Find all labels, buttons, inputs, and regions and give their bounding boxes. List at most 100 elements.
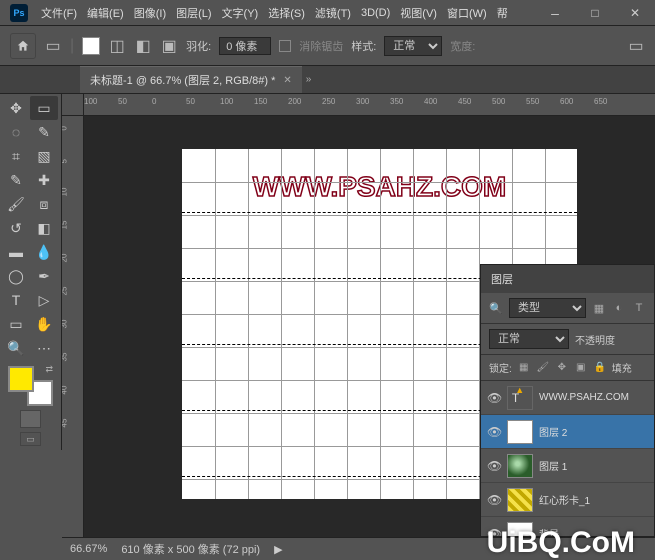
minimize-button[interactable] bbox=[535, 0, 575, 26]
layer-thumb bbox=[507, 454, 533, 478]
frame-tool[interactable]: ▧ bbox=[30, 144, 58, 168]
stamp-tool[interactable]: ⧈ bbox=[30, 192, 58, 216]
feather-label: 羽化: bbox=[186, 38, 211, 54]
style-select[interactable]: 正常 bbox=[384, 36, 442, 56]
new-selection-icon[interactable] bbox=[82, 37, 100, 55]
layer-list: 👁 T▲ WWW.PSAHZ.COM 👁 图层 2 👁 图层 1 👁 红心形卡_… bbox=[481, 381, 654, 536]
layer-name[interactable]: 图层 2 bbox=[539, 424, 567, 439]
subtract-selection-icon[interactable]: ◧ bbox=[134, 37, 152, 55]
layer-row[interactable]: 👁 图层 1 bbox=[481, 449, 654, 483]
lasso-tool[interactable]: ◌ bbox=[2, 120, 30, 144]
toolbox: ✥ ▭ ◌ ✎ ⌗ ▧ ✎ ✚ 🖌 ⧈ ↺ ◧ ▬ 💧 ◯ ✒ T ▷ ▭ ✋ … bbox=[0, 94, 62, 450]
lock-transparent-icon[interactable]: ▦ bbox=[517, 361, 531, 375]
tab-close-icon[interactable]: ✕ bbox=[283, 75, 291, 86]
ruler-origin[interactable] bbox=[62, 94, 84, 116]
visibility-icon[interactable]: 👁 bbox=[487, 527, 501, 537]
marquee-tool[interactable]: ▭ bbox=[30, 96, 58, 120]
blend-mode-select[interactable]: 正常 bbox=[489, 329, 569, 349]
ruler-tick: 350 bbox=[390, 97, 403, 106]
document-info[interactable]: 610 像素 x 500 像素 (72 ppi) bbox=[121, 541, 260, 557]
marquee-preset-icon[interactable]: ▭ bbox=[44, 37, 62, 55]
ruler-tick: 200 bbox=[288, 97, 301, 106]
mask-mode-icon[interactable]: ▭ bbox=[627, 37, 645, 55]
layer-name[interactable]: 图层 1 bbox=[539, 458, 567, 473]
healing-tool[interactable]: ✚ bbox=[30, 168, 58, 192]
menu-window[interactable]: 窗口(W) bbox=[442, 5, 492, 21]
add-selection-icon[interactable]: ◫ bbox=[108, 37, 126, 55]
filter-adjust-icon[interactable]: ◐ bbox=[612, 301, 626, 315]
color-swatch[interactable]: ⇄ bbox=[8, 366, 53, 406]
edit-toolbar[interactable]: ⋯ bbox=[30, 336, 58, 360]
eyedropper-tool[interactable]: ✎ bbox=[2, 168, 30, 192]
history-brush-tool[interactable]: ↺ bbox=[2, 216, 30, 240]
antialias-checkbox[interactable] bbox=[279, 40, 291, 52]
lock-artboard-icon[interactable]: ▣ bbox=[574, 361, 588, 375]
shape-tool[interactable]: ▭ bbox=[2, 312, 30, 336]
status-chevron-icon[interactable]: ▶ bbox=[274, 543, 282, 556]
menu-help[interactable]: 帮 bbox=[492, 5, 513, 21]
search-icon[interactable]: 🔍 bbox=[489, 301, 503, 315]
filter-type-icon[interactable]: T bbox=[632, 301, 646, 315]
gradient-tool[interactable]: ▬ bbox=[2, 240, 30, 264]
menu-layer[interactable]: 图层(L) bbox=[171, 5, 216, 21]
menu-edit[interactable]: 编辑(E) bbox=[82, 5, 129, 21]
maximize-button[interactable] bbox=[575, 0, 615, 26]
vertical-ruler[interactable]: 051015202530354045 bbox=[62, 116, 84, 537]
pen-tool[interactable]: ✒ bbox=[30, 264, 58, 288]
grid-line bbox=[182, 215, 577, 216]
layers-panel-tab[interactable]: 图层 bbox=[481, 265, 654, 293]
eraser-tool[interactable]: ◧ bbox=[30, 216, 58, 240]
document-tab[interactable]: 未标题-1 @ 66.7% (图层 2, RGB/8#) * ✕ bbox=[80, 66, 302, 93]
layer-thumb bbox=[507, 488, 533, 512]
dodge-tool[interactable]: ◯ bbox=[2, 264, 30, 288]
visibility-icon[interactable]: 👁 bbox=[487, 493, 501, 507]
swap-colors-icon[interactable]: ⇄ bbox=[45, 364, 53, 375]
antialias-label: 消除锯齿 bbox=[299, 38, 343, 54]
visibility-icon[interactable]: 👁 bbox=[487, 391, 501, 405]
crop-tool[interactable]: ⌗ bbox=[2, 144, 30, 168]
lock-image-icon[interactable]: 🖌 bbox=[536, 361, 550, 375]
ruler-tick: 250 bbox=[322, 97, 335, 106]
zoom-level[interactable]: 66.67% bbox=[70, 543, 107, 555]
menu-3d[interactable]: 3D(D) bbox=[356, 7, 395, 19]
menu-type[interactable]: 文字(Y) bbox=[217, 5, 264, 21]
feather-input[interactable] bbox=[219, 37, 271, 55]
filter-pixel-icon[interactable]: ▦ bbox=[592, 301, 606, 315]
lock-position-icon[interactable]: ✥ bbox=[555, 361, 569, 375]
menu-view[interactable]: 视图(V) bbox=[395, 5, 442, 21]
lock-all-icon[interactable]: 🔒 bbox=[593, 361, 607, 375]
layer-filter-select[interactable]: 类型 bbox=[509, 298, 586, 318]
horizontal-ruler[interactable]: 1005005010015020025030035040045050055060… bbox=[84, 94, 655, 116]
quick-mask-toggle[interactable] bbox=[20, 410, 41, 428]
visibility-icon[interactable]: 👁 bbox=[487, 425, 501, 439]
brush-tool[interactable]: 🖌 bbox=[2, 192, 30, 216]
layer-row[interactable]: 👁 T▲ WWW.PSAHZ.COM bbox=[481, 381, 654, 415]
layer-name[interactable]: 背景 bbox=[539, 526, 559, 536]
zoom-tool[interactable]: 🔍 bbox=[2, 336, 30, 360]
screen-mode-toggle[interactable]: ▭ bbox=[20, 432, 41, 446]
move-tool[interactable]: ✥ bbox=[2, 96, 30, 120]
menu-file[interactable]: 文件(F) bbox=[36, 5, 82, 21]
type-tool[interactable]: T bbox=[2, 288, 30, 312]
quick-select-tool[interactable]: ✎ bbox=[30, 120, 58, 144]
path-select-tool[interactable]: ▷ bbox=[30, 288, 58, 312]
close-button[interactable] bbox=[615, 0, 655, 26]
visibility-icon[interactable]: 👁 bbox=[487, 459, 501, 473]
menu-image[interactable]: 图像(I) bbox=[129, 5, 171, 21]
layer-row[interactable]: 👁 红心形卡_1 bbox=[481, 483, 654, 517]
layer-thumb bbox=[507, 420, 533, 444]
foreground-color[interactable] bbox=[8, 366, 34, 392]
menu-filter[interactable]: 滤镜(T) bbox=[310, 5, 356, 21]
ruler-tick: 10 bbox=[62, 188, 69, 197]
blur-tool[interactable]: 💧 bbox=[30, 240, 58, 264]
hand-tool[interactable]: ✋ bbox=[30, 312, 58, 336]
layer-row[interactable]: 👁 背景 bbox=[481, 517, 654, 536]
home-button[interactable] bbox=[10, 33, 36, 59]
layer-name[interactable]: 红心形卡_1 bbox=[539, 492, 590, 507]
intersect-selection-icon[interactable]: ▣ bbox=[160, 37, 178, 55]
tab-overflow-icon[interactable]: » bbox=[306, 74, 312, 85]
layer-name[interactable]: WWW.PSAHZ.COM bbox=[539, 392, 629, 403]
layer-row[interactable]: 👁 图层 2 bbox=[481, 415, 654, 449]
app-icon: Ps bbox=[10, 4, 28, 22]
menu-select[interactable]: 选择(S) bbox=[263, 5, 310, 21]
